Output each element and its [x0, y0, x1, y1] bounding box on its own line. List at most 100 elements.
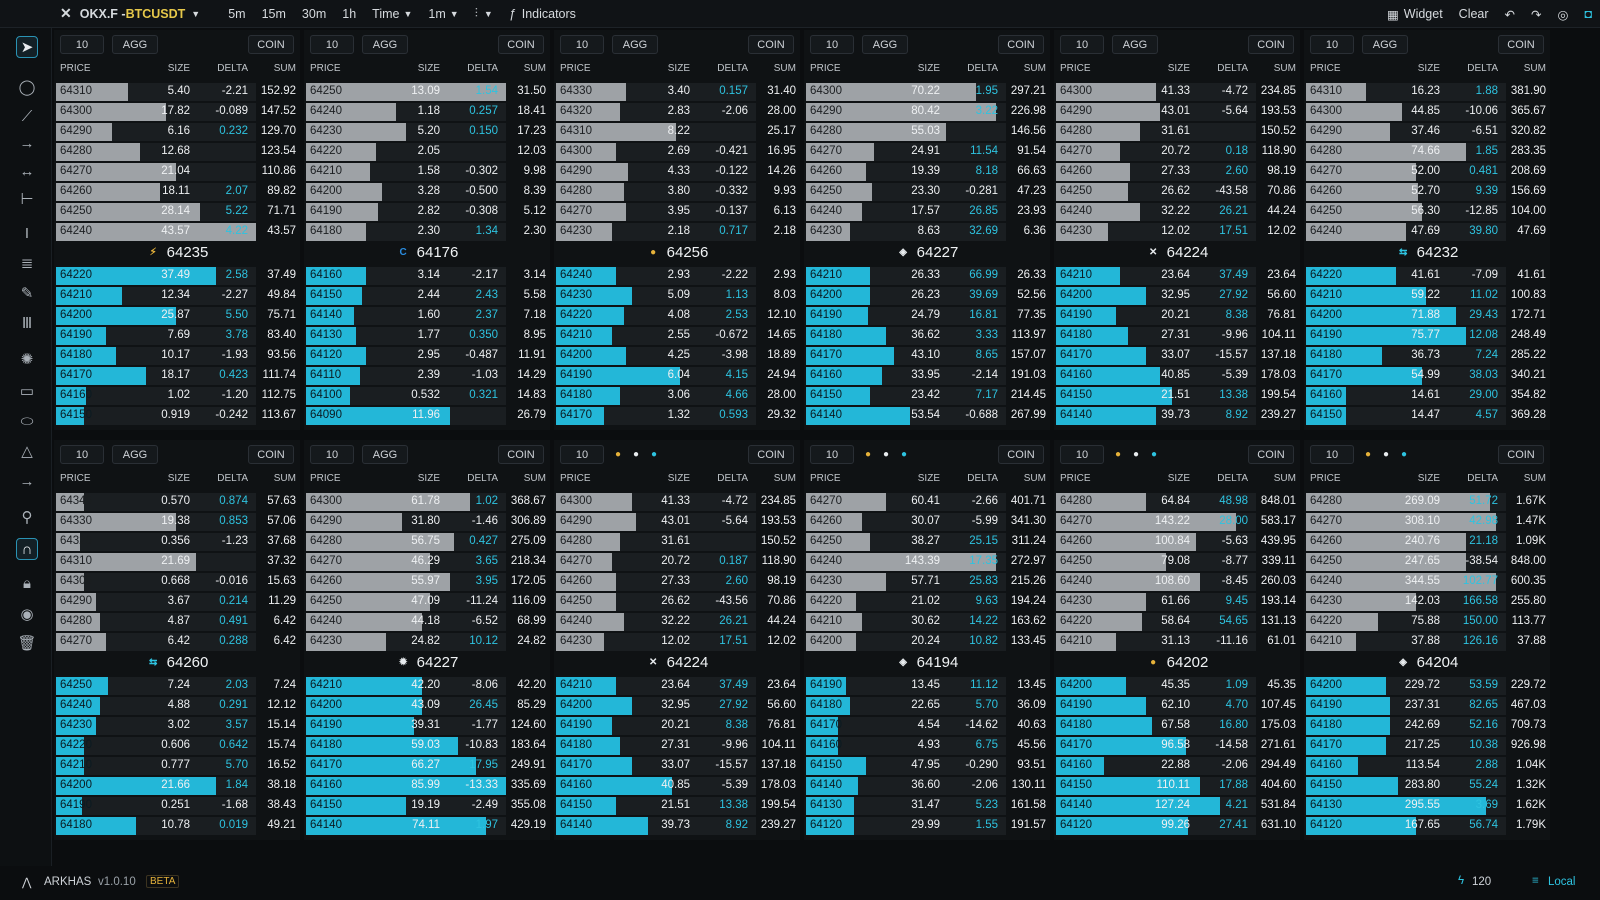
bid-row[interactable]: 64220 4.08 2.53 12.10 — [554, 306, 800, 325]
bid-row[interactable]: 64200 25.87 5.50 75.71 — [54, 306, 300, 325]
settings-icon[interactable]: ◎ — [1550, 0, 1577, 28]
bid-row[interactable]: 64170 33.07 -15.57 137.18 — [1054, 346, 1300, 365]
bid-row[interactable]: 64120 167.65 56.74 1.79K — [1304, 816, 1550, 835]
ask-row[interactable]: 64270 20.72 0.187 118.90 — [554, 552, 800, 571]
ask-row[interactable]: 64310 21.69 37.32 — [54, 552, 300, 571]
ask-row[interactable]: 64320 0.356 -1.23 37.68 — [54, 532, 300, 551]
ask-row[interactable]: 64300 61.78 1.02 368.67 — [304, 492, 550, 511]
bid-row[interactable]: 64090 11.96 26.79 — [304, 406, 550, 425]
ask-row[interactable]: 64260 30.07 -5.99 341.30 — [804, 512, 1050, 531]
bid-row[interactable]: 64200 4.25 -3.98 18.89 — [554, 346, 800, 365]
measure-icon[interactable]: ⚲ — [16, 506, 38, 528]
bid-row[interactable]: 64200 32.95 27.92 56.60 — [554, 696, 800, 715]
bid-row[interactable]: 64160 1.02 -1.20 112.75 — [54, 386, 300, 405]
depth-input[interactable]: 10 — [1060, 35, 1104, 54]
agg-button[interactable]: AGG — [112, 35, 158, 54]
bid-row[interactable]: 64180 10.17 -1.93 93.56 — [54, 346, 300, 365]
ask-row[interactable]: 64240 344.55 102.77 600.35 — [1304, 572, 1550, 591]
bid-row[interactable]: 64180 10.78 0.019 49.21 — [54, 816, 300, 835]
ask-row[interactable]: 64270 3.95 -0.137 6.13 — [554, 202, 800, 221]
bid-row[interactable]: 64140 53.54 -0.688 267.99 — [804, 406, 1050, 425]
ask-row[interactable]: 64220 21.02 9.63 194.24 — [804, 592, 1050, 611]
bid-row[interactable]: 64170 96.58 -14.58 271.61 — [1054, 736, 1300, 755]
bid-row[interactable]: 64180 27.31 -9.96 104.11 — [1054, 326, 1300, 345]
ask-row[interactable]: 64320 2.83 -2.06 28.00 — [554, 102, 800, 121]
ask-row[interactable]: 64230 12.02 17.51 12.02 — [1054, 222, 1300, 241]
agg-button[interactable]: AGG — [362, 35, 408, 54]
ask-row[interactable]: 64260 100.84 -5.63 439.95 — [1054, 532, 1300, 551]
ask-row[interactable]: 64290 3.67 0.214 11.29 — [54, 592, 300, 611]
indicators-button[interactable]: ƒ Indicators — [501, 0, 584, 28]
ask-row[interactable]: 64250 23.30 -0.281 47.23 — [804, 182, 1050, 201]
bid-row[interactable]: 64150 21.51 13.38 199.54 — [554, 796, 800, 815]
ask-row[interactable]: 64290 43.01 -5.64 193.53 — [554, 512, 800, 531]
ask-row[interactable]: 64240 17.57 26.85 23.93 — [804, 202, 1050, 221]
ask-row[interactable]: 64260 27.33 2.60 98.19 — [554, 572, 800, 591]
coin-button[interactable]: COIN — [1248, 35, 1294, 54]
ask-row[interactable]: 64270 60.41 -2.66 401.71 — [804, 492, 1050, 511]
coin-button[interactable]: COIN — [748, 445, 794, 464]
bid-row[interactable]: 64190 20.21 8.38 76.81 — [554, 716, 800, 735]
depth-input[interactable]: 10 — [560, 35, 604, 54]
ask-row[interactable]: 64220 75.88 150.00 113.77 — [1304, 612, 1550, 631]
ask-row[interactable]: 64290 4.33 -0.122 14.26 — [554, 162, 800, 181]
bid-row[interactable]: 64190 39.31 -1.77 124.60 — [304, 716, 550, 735]
ask-row[interactable]: 64250 26.62 -43.58 70.86 — [1054, 182, 1300, 201]
ask-row[interactable]: 64250 28.14 5.22 71.71 — [54, 202, 300, 221]
bid-row[interactable]: 64150 19.19 -2.49 355.08 — [304, 796, 550, 815]
depth-input[interactable]: 10 — [1310, 35, 1354, 54]
ask-row[interactable]: 64300 41.33 -4.72 234.85 — [1054, 82, 1300, 101]
bid-row[interactable]: 64180 59.03 -10.83 183.64 — [304, 736, 550, 755]
ellipse-icon[interactable]: ⬭ — [16, 410, 38, 432]
bid-row[interactable]: 64190 0.251 -1.68 38.43 — [54, 796, 300, 815]
ask-row[interactable]: 64270 24.91 11.54 91.54 — [804, 142, 1050, 161]
bid-row[interactable]: 64210 26.33 66.99 26.33 — [804, 266, 1050, 285]
ask-row[interactable]: 64230 2.18 0.717 2.18 — [554, 222, 800, 241]
redo-icon[interactable]: ↷ — [1523, 0, 1549, 28]
ask-row[interactable]: 64200 20.24 10.82 133.45 — [804, 632, 1050, 651]
coin-button[interactable]: COIN — [1498, 35, 1544, 54]
bid-row[interactable]: 64150 47.95 -0.290 93.51 — [804, 756, 1050, 775]
bid-row[interactable]: 64140 74.11 1.97 429.19 — [304, 816, 550, 835]
bid-row[interactable]: 64210 59.22 11.02 100.83 — [1304, 286, 1550, 305]
ask-row[interactable]: 64270 52.00 0.481 208.69 — [1304, 162, 1550, 181]
cursor-icon[interactable]: ➤ — [16, 36, 38, 58]
close-icon[interactable]: ✕ — [60, 5, 72, 22]
bid-row[interactable]: 64150 21.51 13.38 199.54 — [1054, 386, 1300, 405]
ask-row[interactable]: 64270 21.04 110.86 — [54, 162, 300, 181]
brush-icon[interactable]: ✎ — [16, 282, 38, 304]
ask-row[interactable]: 64250 38.27 25.15 311.24 — [804, 532, 1050, 551]
bid-row[interactable]: 64250 7.24 2.03 7.24 — [54, 676, 300, 695]
ask-row[interactable]: 64270 143.22 28.00 583.17 — [1054, 512, 1300, 531]
bid-row[interactable]: 64130 1.77 0.350 8.95 — [304, 326, 550, 345]
ask-row[interactable]: 64300 0.668 -0.016 15.63 — [54, 572, 300, 591]
ask-row[interactable]: 64310 8.22 25.17 — [554, 122, 800, 141]
undo-icon[interactable]: ↶ — [1497, 0, 1523, 28]
ask-row[interactable]: 64250 247.65 -38.54 848.00 — [1304, 552, 1550, 571]
ask-row[interactable]: 64250 79.08 -8.77 339.11 — [1054, 552, 1300, 571]
depth-input[interactable]: 10 — [560, 445, 604, 464]
bid-row[interactable]: 64170 54.99 38.03 340.21 — [1304, 366, 1550, 385]
bid-row[interactable]: 64160 85.99 -13.33 335.69 — [304, 776, 550, 795]
ask-row[interactable]: 64280 12.68 123.54 — [54, 142, 300, 161]
eye-icon[interactable]: ◉ — [16, 603, 38, 625]
ask-row[interactable]: 64290 80.42 3.22 226.98 — [804, 102, 1050, 121]
coin-button[interactable]: COIN — [498, 445, 544, 464]
lock-icon[interactable]: 🔒︎ — [16, 572, 38, 594]
ask-row[interactable]: 64270 46.29 3.65 218.34 — [304, 552, 550, 571]
bid-row[interactable]: 64190 24.79 16.81 77.35 — [804, 306, 1050, 325]
ask-row[interactable]: 64240 47.69 39.80 47.69 — [1304, 222, 1550, 241]
bid-row[interactable]: 64170 33.07 -15.57 137.18 — [554, 756, 800, 775]
coin-button[interactable]: COIN — [998, 35, 1044, 54]
bid-row[interactable]: 64140 127.24 4.21 531.84 — [1054, 796, 1300, 815]
bid-row[interactable]: 64230 3.02 3.57 15.14 — [54, 716, 300, 735]
ask-row[interactable]: 64230 8.63 32.69 6.36 — [804, 222, 1050, 241]
ask-row[interactable]: 64260 52.70 9.39 156.69 — [1304, 182, 1550, 201]
trend-line-icon[interactable]: ⟋ — [16, 105, 38, 127]
bid-row[interactable]: 64220 37.49 2.58 37.49 — [54, 266, 300, 285]
ask-row[interactable]: 64230 142.03 166.58 255.80 — [1304, 592, 1550, 611]
magnet-icon[interactable]: ∩ — [16, 538, 38, 560]
ask-row[interactable]: 64330 3.40 0.157 31.40 — [554, 82, 800, 101]
ruler-icon[interactable]: Ⅲ — [16, 312, 38, 334]
rectangle-icon[interactable]: ▭ — [16, 380, 38, 402]
